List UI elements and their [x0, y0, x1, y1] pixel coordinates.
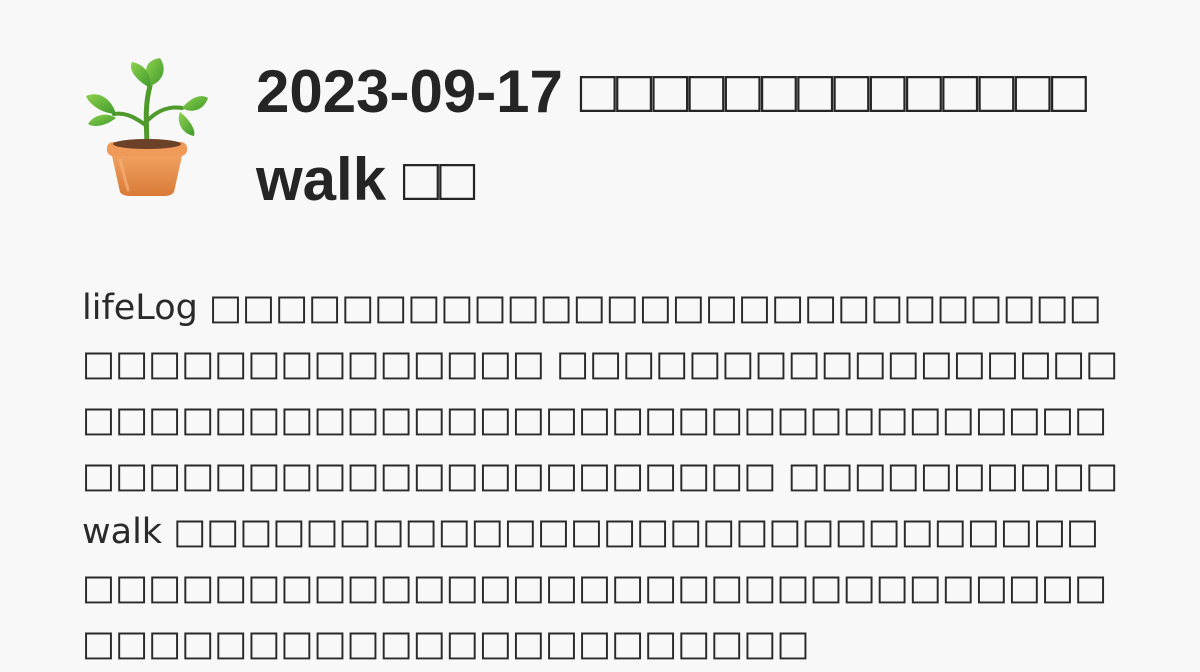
potted-plant-icon — [86, 58, 208, 196]
post-title: 2023-09-17 □□□□□□□□□□□□□□ walk □□ — [256, 58, 1087, 213]
post-excerpt: lifeLog □□□□□□□□□□□□□□□□□□□□□□□□□□□□□□□□… — [82, 288, 1119, 664]
